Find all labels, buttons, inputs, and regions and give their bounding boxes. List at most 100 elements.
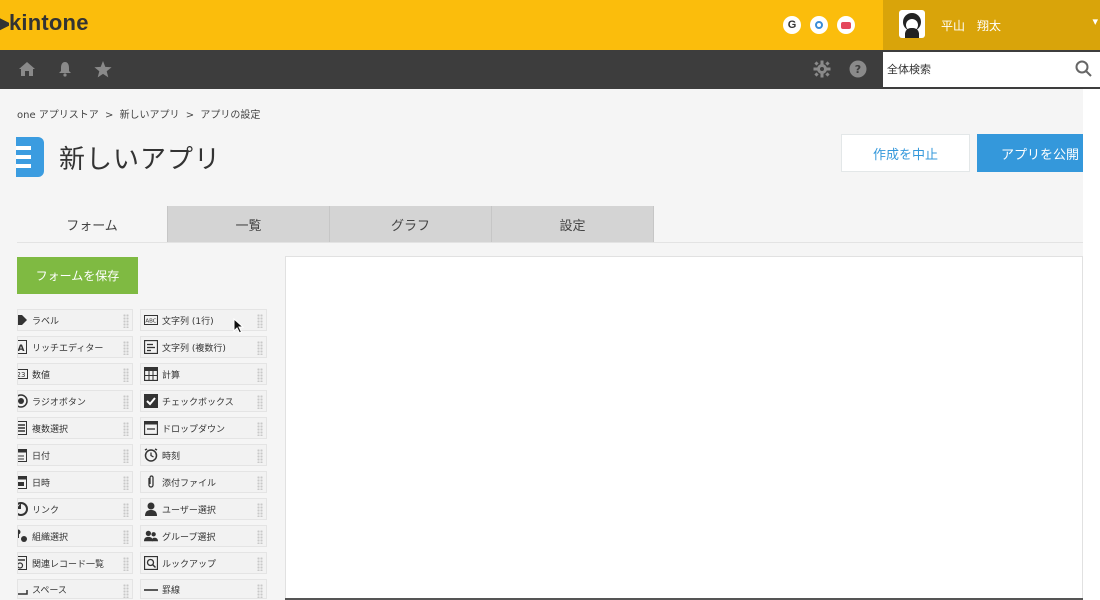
page-title: 新しいアプリ: [59, 145, 222, 175]
svg-text:A: A: [18, 344, 25, 354]
palette-item-text-single[interactable]: ABC 文字列 (1行): [140, 309, 267, 331]
palette-item-lookup[interactable]: ルックアップ: [140, 552, 267, 574]
clock-icon: [144, 448, 158, 462]
lookup-icon: [144, 556, 158, 570]
calendar-icon: [18, 448, 28, 462]
palette-item-org-select[interactable]: 組織選択: [17, 525, 133, 547]
drag-handle-icon[interactable]: [123, 557, 129, 571]
related-records-icon: [18, 556, 28, 570]
drag-handle-icon[interactable]: [123, 503, 129, 517]
drag-handle-icon[interactable]: [257, 476, 263, 490]
drag-handle-icon[interactable]: [257, 395, 263, 409]
palette-item-space[interactable]: スペース: [17, 579, 133, 599]
space-icon: [18, 582, 28, 596]
drag-handle-icon[interactable]: [257, 530, 263, 544]
settings-tabs: フォーム 一覧 グラフ 設定: [17, 206, 654, 243]
breadcrumb: one アプリストア > 新しいアプリ > アプリの設定: [17, 106, 263, 121]
drag-handle-icon[interactable]: [123, 476, 129, 490]
user-name: 平山 翔太: [941, 19, 1002, 33]
drag-handle-icon[interactable]: [123, 422, 129, 436]
drag-handle-icon[interactable]: [123, 314, 129, 328]
palette-item-attachment[interactable]: 添付ファイル: [140, 471, 267, 493]
tab-settings[interactable]: 設定: [492, 206, 654, 243]
palette-item-multi-select[interactable]: 複数選択: [17, 417, 133, 439]
mail-service-icon[interactable]: [837, 16, 855, 34]
palette-item-label[interactable]: ラベル: [17, 309, 133, 331]
gear-icon[interactable]: [811, 58, 833, 80]
palette-item-border[interactable]: 罫線: [140, 579, 267, 599]
breadcrumb-separator: >: [104, 110, 114, 121]
drag-handle-icon[interactable]: [123, 395, 129, 409]
calculator-icon: [144, 367, 158, 381]
drag-handle-icon[interactable]: [123, 341, 129, 355]
checkbox-icon: [144, 394, 158, 408]
home-icon[interactable]: [16, 58, 38, 80]
abc-icon: ABC: [144, 313, 158, 327]
radio-button-icon: [18, 394, 28, 408]
mouse-pointer-icon: [233, 317, 245, 338]
paperclip-icon: [144, 475, 158, 489]
tag-icon: [18, 313, 28, 327]
organization-icon: [18, 529, 28, 543]
palette-item-text-multi[interactable]: 文字列 (複数行): [140, 336, 267, 358]
drag-handle-icon[interactable]: [123, 368, 129, 382]
palette-item-time[interactable]: 時刻: [140, 444, 267, 466]
palette-item-group-select[interactable]: グループ選択: [140, 525, 267, 547]
palette-item-calc[interactable]: 計算: [140, 363, 267, 385]
star-icon[interactable]: [92, 58, 114, 80]
drag-handle-icon[interactable]: [257, 584, 263, 598]
service-shortcuts: G: [783, 16, 855, 34]
palette-item-number[interactable]: 23 数値: [17, 363, 133, 385]
search-input[interactable]: [883, 52, 1063, 87]
drag-handle-icon[interactable]: [257, 341, 263, 355]
drag-handle-icon[interactable]: [257, 503, 263, 517]
user-icon: [144, 502, 158, 516]
tab-list[interactable]: 一覧: [168, 206, 330, 243]
publish-app-button[interactable]: アプリを公開: [977, 134, 1083, 172]
chevron-down-icon: ▾: [1092, 15, 1098, 28]
kintone-logo[interactable]: ▸kintone: [0, 10, 89, 36]
breadcrumb-item-appstore[interactable]: one アプリストア: [17, 110, 99, 121]
global-search: [883, 52, 1100, 87]
breadcrumb-item-settings: アプリの設定: [200, 110, 261, 121]
drag-handle-icon[interactable]: [257, 368, 263, 382]
drag-handle-icon[interactable]: [257, 314, 263, 328]
ring-service-icon[interactable]: [810, 16, 828, 34]
search-icon[interactable]: [1074, 59, 1094, 79]
cancel-creation-button[interactable]: 作成を中止: [841, 134, 970, 172]
calendar-clock-icon: [18, 475, 28, 489]
avatar: [899, 10, 925, 38]
drag-handle-icon[interactable]: [257, 449, 263, 463]
palette-item-related-records[interactable]: 関連レコード一覧: [17, 552, 133, 574]
drag-handle-icon[interactable]: [123, 584, 129, 598]
g-service-icon[interactable]: G: [783, 16, 801, 34]
drag-handle-icon[interactable]: [123, 530, 129, 544]
palette-item-checkbox[interactable]: チェックボックス: [140, 390, 267, 412]
save-form-button[interactable]: フォームを保存: [17, 257, 138, 294]
bell-icon[interactable]: [54, 58, 76, 80]
svg-text:ABC: ABC: [145, 319, 156, 325]
drag-handle-icon[interactable]: [123, 449, 129, 463]
form-layout-canvas[interactable]: [285, 256, 1083, 600]
drag-handle-icon[interactable]: [257, 422, 263, 436]
number-icon: 23: [17, 367, 28, 381]
palette-item-link[interactable]: リンク: [17, 498, 133, 520]
dropdown-icon: [144, 421, 158, 435]
palette-item-rich-editor[interactable]: A リッチエディター: [17, 336, 133, 358]
text-area-icon: [144, 340, 158, 354]
palette-item-dropdown[interactable]: ドロップダウン: [140, 417, 267, 439]
palette-item-datetime[interactable]: 日時: [17, 471, 133, 493]
palette-item-radio[interactable]: ラジオボタン: [17, 390, 133, 412]
help-icon[interactable]: ?: [847, 58, 869, 80]
svg-text:23: 23: [17, 371, 25, 379]
breadcrumb-separator: >: [185, 110, 195, 121]
multi-select-icon: [18, 421, 28, 435]
palette-item-date[interactable]: 日付: [17, 444, 133, 466]
user-menu[interactable]: 平山 翔太 ▾: [883, 0, 1100, 50]
breadcrumb-item-newapp[interactable]: 新しいアプリ: [120, 110, 180, 121]
drag-handle-icon[interactable]: [257, 557, 263, 571]
app-icon: [16, 137, 44, 177]
tab-form[interactable]: フォーム: [17, 206, 168, 243]
palette-item-user-select[interactable]: ユーザー選択: [140, 498, 267, 520]
tab-graph[interactable]: グラフ: [330, 206, 492, 243]
